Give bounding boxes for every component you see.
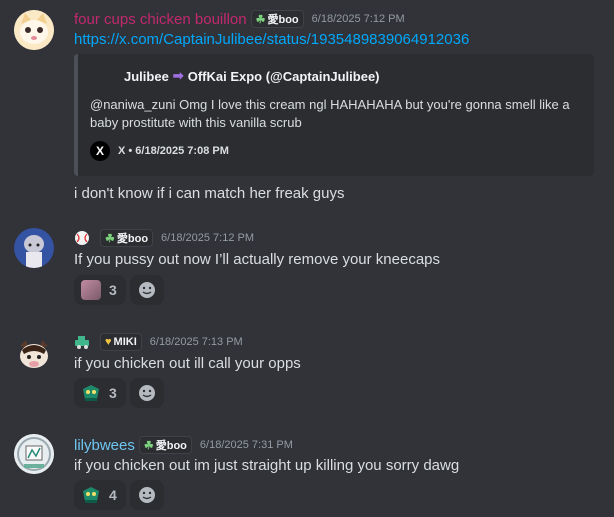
reaction[interactable]: 3: [74, 378, 126, 408]
cat-avatar-icon: [14, 10, 54, 50]
fandome-emoji-icon: [83, 487, 99, 503]
embed-footer-text: X • 6/18/2025 7:08 PM: [118, 145, 229, 157]
message-text: if you chicken out ill call your opps: [74, 355, 301, 372]
reactions: 3: [74, 275, 164, 305]
guild-tag[interactable]: ☘ 愛boo: [100, 229, 154, 247]
add-reaction-button[interactable]: [129, 275, 164, 305]
cow-avatar-icon: [20, 340, 48, 368]
guild-tag-label: 愛boo: [116, 233, 149, 245]
fandome-emoji-icon: [83, 385, 99, 401]
embed-description: @naniwa_zuni Omg I love this cream ngl H…: [90, 97, 570, 130]
timestamp[interactable]: 6/18/2025 7:13 PM: [150, 336, 243, 348]
guild-tag-label: 愛boo: [267, 14, 299, 26]
guild-tag[interactable]: ☘ 愛boo: [138, 436, 192, 454]
leaf-icon: ☘: [105, 232, 115, 245]
username[interactable]: four cups chicken bouillon: [74, 11, 247, 28]
car-icon: [74, 334, 92, 350]
message-header: ♥ MIKI 6/18/2025 7:13 PM: [74, 333, 243, 351]
reaction-count: 3: [109, 282, 117, 298]
add-reaction-button[interactable]: [129, 378, 164, 408]
smiley-icon: [138, 385, 155, 401]
guild-tag-label: 愛boo: [155, 440, 187, 452]
reaction[interactable]: 4: [74, 480, 126, 510]
avatar[interactable]: [14, 334, 54, 374]
avatar[interactable]: [14, 434, 54, 474]
smiley-icon: [138, 282, 155, 298]
avatar[interactable]: [14, 228, 54, 268]
add-reaction-button[interactable]: [129, 480, 164, 510]
arrow-icon: ➡: [172, 68, 184, 83]
guild-tag-label: MIKI: [113, 336, 137, 348]
message-text: If you pussy out now I’ll actually remov…: [74, 251, 441, 268]
x-logo-icon: X: [90, 141, 110, 161]
guild-tag[interactable]: ♥ MIKI: [100, 333, 142, 351]
baseball-icon: [74, 230, 92, 246]
globe-avatar-icon: [14, 434, 54, 474]
reactions: 4: [74, 480, 164, 510]
guild-tag[interactable]: ☘ 愛boo: [250, 10, 304, 28]
tweet-link[interactable]: https://x.com/CaptainJulibee/status/1935…: [74, 31, 469, 48]
timestamp[interactable]: 6/18/2025 7:12 PM: [312, 13, 405, 25]
message-text: if you chicken out im just straight up k…: [74, 457, 460, 474]
reactions: 3: [74, 378, 164, 408]
link-embed: Julibee ➡ OffKai Expo (@CaptainJulibee) …: [74, 54, 594, 176]
anime-avatar-icon: [14, 228, 54, 268]
embed-author-name: Julibee: [124, 68, 169, 84]
reaction-count: 3: [109, 385, 117, 401]
message-header: lilybwees ☘ 愛boo 6/18/2025 7:31 PM: [74, 436, 293, 454]
reaction-count: 4: [109, 487, 117, 503]
embed-footer: X X • 6/18/2025 7:08 PM: [90, 141, 229, 161]
timestamp[interactable]: 6/18/2025 7:12 PM: [161, 232, 254, 244]
custom-emoji-icon: [81, 280, 101, 300]
message-text: i don't know if i can match her freak gu…: [74, 185, 345, 202]
heart-icon: ♥: [105, 336, 112, 348]
username[interactable]: lilybwees: [74, 437, 135, 454]
message-header: ☘ 愛boo 6/18/2025 7:12 PM: [74, 229, 254, 247]
embed-author-handle: OffKai Expo (@CaptainJulibee): [187, 68, 380, 84]
reaction[interactable]: 3: [74, 275, 126, 305]
avatar[interactable]: [14, 10, 54, 50]
message-header: four cups chicken bouillon ☘ 愛boo 6/18/2…: [74, 10, 405, 28]
timestamp[interactable]: 6/18/2025 7:31 PM: [200, 439, 293, 451]
embed-author[interactable]: Julibee ➡ OffKai Expo (@CaptainJulibee): [124, 68, 380, 84]
leaf-icon: ☘: [143, 439, 154, 452]
leaf-icon: ☘: [255, 13, 266, 26]
smiley-icon: [138, 487, 155, 503]
